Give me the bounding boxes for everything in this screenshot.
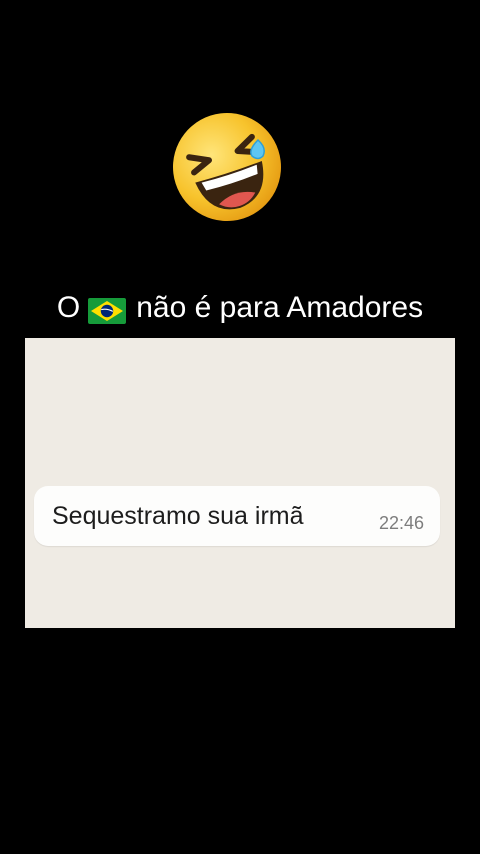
caption-suffix: não é para Amadores — [136, 291, 424, 324]
caption-text: O não é para Amadores — [0, 286, 480, 330]
chat-screenshot: Sequestramo sua irmã 22:46 — [25, 338, 455, 628]
message-bubble[interactable]: Sequestramo sua irmã 22:46 — [34, 486, 440, 546]
caption-prefix: O — [56, 291, 81, 324]
message-timestamp: 22:46 — [378, 513, 424, 533]
message-text: Sequestramo sua irmã — [52, 502, 304, 530]
brazil-flag-icon — [88, 293, 127, 325]
rolling-laughing-emoji-icon — [170, 110, 284, 224]
emoji-graphic — [173, 113, 281, 221]
video-frame: O não é para Amadores Sequestramo sua ir… — [0, 0, 480, 854]
